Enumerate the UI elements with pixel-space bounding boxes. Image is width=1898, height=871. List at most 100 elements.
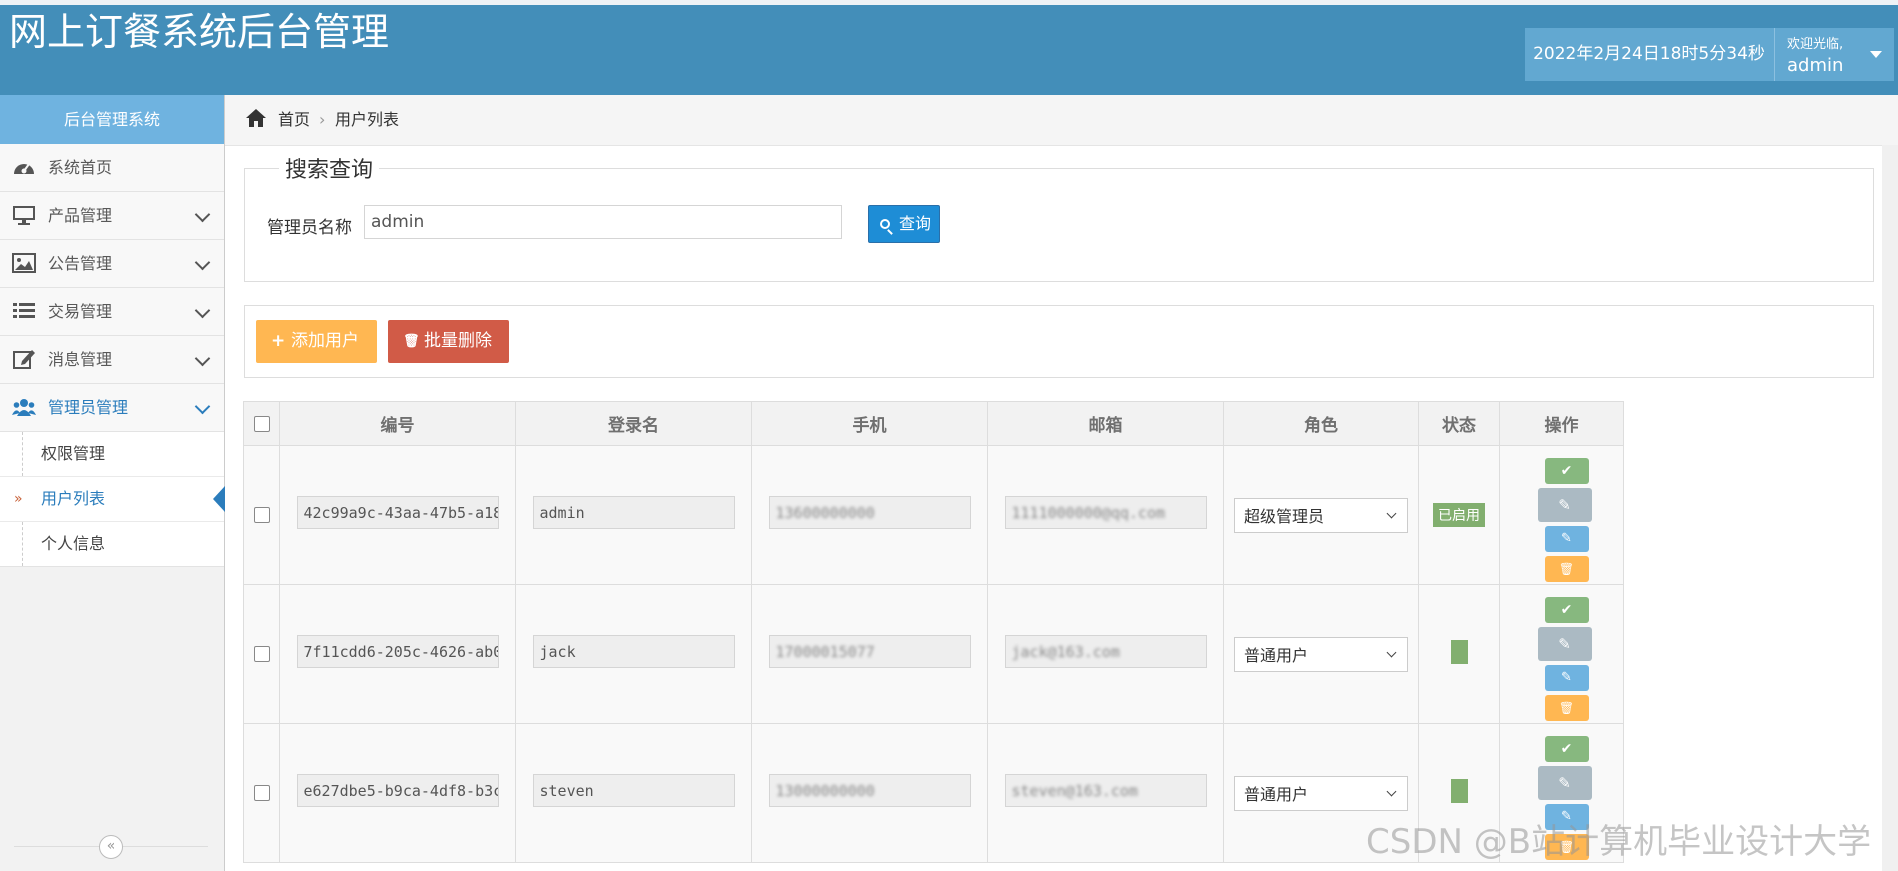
email-value: jack@163.com — [1011, 643, 1120, 661]
edit-icon: ✎ — [1558, 495, 1571, 514]
sidebar-subitem-user-list[interactable]: » 用户列表 — [0, 477, 225, 522]
role-select[interactable]: 普通用户 — [1234, 775, 1408, 811]
table-header-row: 编号 登录名 手机 邮箱 角色 状态 操作 — [243, 401, 1624, 446]
row-actions: ✔ ✎ ✎ 🗑 — [1534, 596, 1592, 721]
user-area[interactable]: 2022年2月24日18时5分34秒 欢迎光临, admin — [1525, 28, 1894, 81]
sidebar-subitem-label: 个人信息 — [41, 534, 106, 553]
users-icon — [12, 399, 36, 416]
id-field[interactable]: 7f11cdd6-205c-4626-ab0 — [296, 635, 499, 668]
email-field[interactable]: jack@163.com — [1004, 635, 1207, 668]
email-field[interactable]: steven@163.com — [1004, 774, 1207, 807]
app-title: 网上订餐系统后台管理 — [9, 10, 390, 54]
welcome-text: 欢迎光临, — [1787, 37, 1844, 52]
email-value: steven@163.com — [1011, 782, 1138, 800]
sidebar-item-notices[interactable]: 公告管理 — [0, 240, 224, 288]
sidebar-item-home[interactable]: 系统首页 — [0, 144, 224, 192]
login-cell: admin — [515, 445, 752, 585]
picture-icon — [12, 253, 36, 273]
email-cell: steven@163.com — [987, 723, 1224, 863]
username[interactable]: admin — [1787, 55, 1843, 76]
login-cell: steven — [515, 723, 752, 863]
double-chevron-right-icon: » — [14, 491, 23, 507]
add-user-button[interactable]: + 添加用户 — [256, 320, 377, 363]
phone-cell: 13600000000 — [751, 445, 988, 585]
email-value: 1111000000@qq.com — [1011, 504, 1166, 522]
breadcrumb-separator: › — [319, 110, 326, 129]
home-icon — [246, 109, 266, 127]
status-badge — [1450, 778, 1468, 803]
query-button-label: 查询 — [899, 214, 932, 233]
sidebar-item-messages[interactable]: 消息管理 — [0, 336, 224, 384]
sidebar-item-label: 管理员管理 — [48, 398, 129, 417]
login-field[interactable]: jack — [532, 635, 735, 668]
query-button[interactable]: 查询 — [868, 205, 940, 243]
enable-button[interactable]: ✔ — [1544, 457, 1589, 484]
row-select-cell — [243, 584, 280, 724]
sidebar-item-label: 消息管理 — [48, 350, 113, 369]
page-scrollbar[interactable] — [1882, 145, 1898, 871]
chevron-down-icon — [194, 206, 211, 223]
row-checkbox[interactable] — [253, 507, 270, 523]
status-cell — [1418, 584, 1500, 724]
sidebar-subitem-profile[interactable]: 个人信息 — [0, 522, 224, 566]
enable-button[interactable]: ✔ — [1544, 596, 1589, 623]
login-field[interactable]: admin — [532, 496, 735, 529]
sidebar: 后台管理系统 系统首页 产品管理 公告管理 交易管理 消息管理 管理员管理 权限… — [0, 95, 225, 871]
enable-button[interactable]: ✔ — [1544, 735, 1589, 762]
id-cell: 42c99a9c-43aa-47b5-a18 — [279, 445, 516, 585]
role-value: 普通用户 — [1244, 645, 1309, 665]
trash-icon: 🗑 — [1558, 561, 1575, 576]
sidebar-subitem-label: 权限管理 — [41, 444, 106, 463]
sidebar-collapse-button[interactable]: « — [99, 835, 123, 859]
sidebar-item-transactions[interactable]: 交易管理 — [0, 288, 224, 336]
column-header: 邮箱 — [987, 401, 1224, 446]
login-cell: jack — [515, 584, 752, 724]
row-checkbox[interactable] — [253, 785, 270, 801]
user-menu-caret-icon[interactable] — [1870, 51, 1882, 58]
breadcrumb: 首页 › 用户列表 — [225, 95, 1898, 146]
column-header: 操作 — [1499, 401, 1624, 446]
admin-name-input[interactable] — [364, 205, 842, 239]
phone-value: 13000000000 — [775, 782, 875, 800]
chevron-down-icon — [1386, 647, 1397, 657]
row-checkbox[interactable] — [253, 646, 270, 662]
trash-icon: 🗑 — [403, 334, 420, 349]
edit-button[interactable]: ✎ — [1544, 525, 1589, 552]
delete-button[interactable]: 🗑 — [1544, 555, 1589, 582]
edit-button[interactable]: ✎ — [1544, 664, 1589, 691]
ops-cell: ✔ ✎ ✎ 🗑 — [1499, 445, 1624, 585]
phone-value: 17000015077 — [775, 643, 875, 661]
edit-button[interactable]: ✎ — [1537, 626, 1592, 661]
sidebar-item-label: 产品管理 — [48, 206, 113, 225]
role-value: 普通用户 — [1244, 784, 1309, 804]
phone-field[interactable]: 13600000000 — [768, 496, 971, 529]
batch-delete-button[interactable]: 🗑 批量删除 — [388, 320, 509, 363]
phone-cell: 13000000000 — [751, 723, 988, 863]
phone-field[interactable]: 13000000000 — [768, 774, 971, 807]
sidebar-item-products[interactable]: 产品管理 — [0, 192, 224, 240]
chevron-down-icon — [1386, 786, 1397, 796]
role-select[interactable]: 普通用户 — [1234, 636, 1408, 672]
edit-button[interactable]: ✎ — [1537, 765, 1592, 800]
sidebar-item-admins[interactable]: 管理员管理 — [0, 384, 224, 432]
role-select[interactable]: 超级管理员 — [1234, 497, 1408, 533]
edit-button[interactable]: ✎ — [1537, 487, 1592, 522]
login-field[interactable]: steven — [532, 774, 735, 807]
email-field[interactable]: 1111000000@qq.com — [1004, 496, 1207, 529]
email-cell: jack@163.com — [987, 584, 1224, 724]
id-field[interactable]: e627dbe5-b9ca-4df8-b3c — [296, 774, 499, 807]
edit-icon: ✎ — [1558, 773, 1571, 792]
check-icon: ✔ — [1560, 462, 1573, 479]
add-user-label: 添加用户 — [291, 331, 359, 351]
phone-field[interactable]: 17000015077 — [768, 635, 971, 668]
check-icon: ✔ — [1560, 601, 1573, 618]
email-cell: 1111000000@qq.com — [987, 445, 1224, 585]
breadcrumb-home-link[interactable]: 首页 — [278, 95, 310, 145]
search-legend: 搜索查询 — [279, 152, 380, 184]
delete-button[interactable]: 🗑 — [1544, 694, 1589, 721]
table-row: 42c99a9c-43aa-47b5-a18 admin 13600000000… — [243, 445, 1624, 585]
sidebar-subitem-permissions[interactable]: 权限管理 — [0, 432, 224, 477]
id-field[interactable]: 42c99a9c-43aa-47b5-a18 — [296, 496, 499, 529]
column-header: 编号 — [279, 401, 516, 446]
select-all-checkbox[interactable] — [253, 415, 270, 432]
